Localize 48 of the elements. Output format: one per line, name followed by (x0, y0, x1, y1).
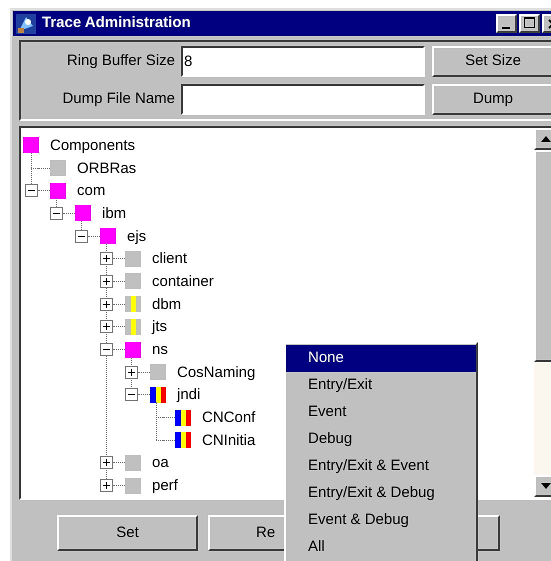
collapse-icon[interactable] (25, 184, 38, 198)
scroll-down-icon (540, 483, 550, 489)
expand-icon[interactable] (100, 479, 113, 492)
menu-item[interactable]: Event (286, 399, 476, 426)
tree-item[interactable]: Components (50, 138, 136, 153)
tree-item[interactable]: dbm (152, 296, 182, 312)
tree-item[interactable]: jts (152, 319, 167, 334)
scrollbar[interactable] (534, 128, 551, 498)
action-button[interactable]: Set Size (432, 46, 551, 77)
collapse-icon[interactable] (125, 388, 138, 402)
input-field[interactable]: 8 (181, 46, 425, 77)
field-label: Dump File Name (61, 89, 176, 110)
collapse-icon[interactable] (100, 343, 113, 356)
tree-item[interactable]: ejs (127, 228, 146, 244)
minimize-button[interactable] (496, 14, 517, 33)
field-label: Ring Buffer Size (66, 51, 176, 72)
tree-item[interactable]: ORBRas (77, 160, 136, 176)
app-icon (16, 14, 36, 34)
expand-icon[interactable] (100, 456, 113, 470)
menu-item[interactable]: Entry/Exit & Debug (286, 480, 476, 507)
window-title: Trace Administration (42, 13, 191, 34)
expand-icon[interactable] (100, 320, 113, 334)
expand-icon[interactable] (100, 298, 113, 311)
collapse-icon[interactable] (75, 230, 88, 243)
collapse-icon[interactable] (50, 206, 63, 220)
scroll-up-icon (540, 136, 550, 142)
tree-item[interactable]: ns (152, 342, 168, 358)
tree-item[interactable]: oa (152, 455, 169, 470)
tree-item[interactable]: jndi (177, 387, 200, 402)
input-field[interactable] (181, 84, 425, 115)
expand-icon[interactable] (125, 366, 138, 379)
dialog-button[interactable]: Set (57, 515, 198, 551)
tree-item[interactable]: CNConf (202, 410, 256, 426)
action-button[interactable]: Dump (432, 84, 551, 115)
menu-item[interactable]: Entry/Exit & Event (286, 453, 476, 480)
tree-item[interactable]: container (152, 274, 214, 289)
maximize-button[interactable] (519, 14, 540, 33)
menu-item[interactable]: None (286, 345, 476, 372)
tree-item[interactable]: com (77, 183, 106, 198)
tree-item[interactable]: ibm (102, 206, 126, 221)
tree-item[interactable]: CosNaming (177, 364, 256, 380)
expand-icon[interactable] (100, 274, 113, 288)
tree-item[interactable]: client (152, 251, 188, 266)
tree-item[interactable]: perf (152, 478, 178, 494)
tree-item[interactable]: CNInitia (202, 432, 256, 448)
menu-item[interactable]: Debug (286, 426, 476, 453)
expand-icon[interactable] (100, 252, 113, 266)
menu-item[interactable]: Entry/Exit (286, 372, 476, 399)
